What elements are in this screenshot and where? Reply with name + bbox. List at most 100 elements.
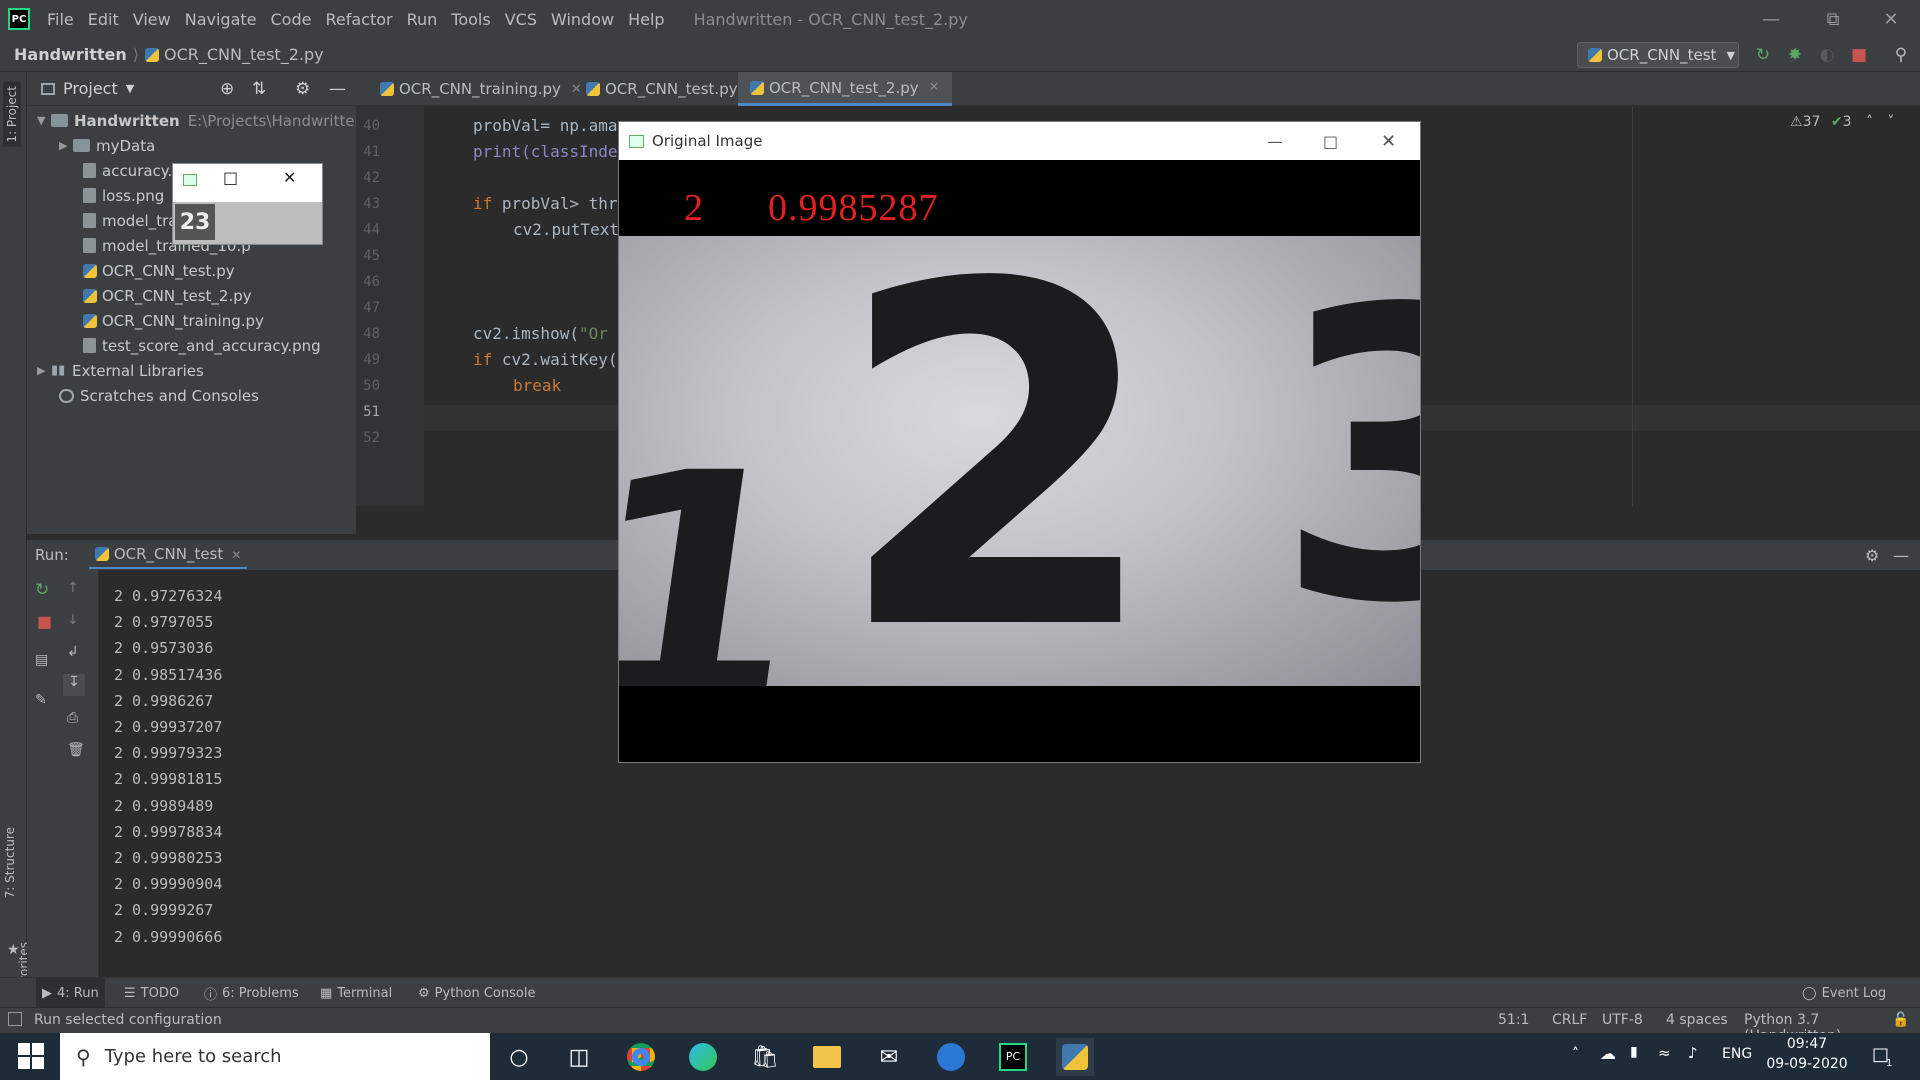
tab-terminal[interactable]: ▦ Terminal bbox=[320, 978, 392, 1008]
caret-position[interactable]: 51:1 bbox=[1498, 1012, 1529, 1028]
toggle-tool-windows-icon[interactable] bbox=[8, 1012, 22, 1026]
wifi-icon[interactable]: ≈ bbox=[1658, 1044, 1671, 1062]
line-separator[interactable]: CRLF bbox=[1552, 1012, 1587, 1028]
minimize-icon[interactable]: — bbox=[1742, 0, 1800, 38]
tree-item[interactable]: ▶ myData bbox=[27, 133, 155, 158]
tab-python-console[interactable]: ⚙ Python Console bbox=[418, 978, 535, 1008]
lock-icon[interactable]: 🔓 bbox=[1892, 1012, 1909, 1028]
rerun-icon[interactable]: ↻ bbox=[35, 580, 49, 600]
menu-run[interactable]: Run bbox=[400, 10, 445, 29]
tree-root[interactable]: ▼ Handwritten E:\Projects\Handwritten bbox=[27, 108, 364, 133]
chrome-icon[interactable] bbox=[622, 1038, 660, 1076]
tab-structure-tool[interactable]: 7: Structure bbox=[3, 827, 17, 898]
tree-item[interactable]: OCR_CNN_training.py bbox=[27, 308, 264, 333]
menu-tools[interactable]: Tools bbox=[444, 10, 497, 29]
rerun-icon[interactable]: ↻ bbox=[1752, 44, 1774, 66]
cortana-icon[interactable]: ○ bbox=[500, 1038, 538, 1076]
scroll-to-end-icon[interactable]: ↧ bbox=[63, 674, 85, 696]
pycharm-taskbar-icon[interactable]: PC bbox=[994, 1038, 1032, 1076]
menu-help[interactable]: Help bbox=[621, 10, 671, 29]
windows-start-icon[interactable] bbox=[18, 1043, 44, 1069]
hide-icon[interactable]: — bbox=[329, 79, 346, 99]
stop-icon[interactable]: ■ bbox=[1848, 44, 1870, 66]
soft-wrap-icon[interactable]: ↲ bbox=[67, 644, 79, 660]
edge-icon[interactable] bbox=[684, 1038, 722, 1076]
onedrive-icon[interactable]: ☁ bbox=[1600, 1044, 1616, 1063]
menu-navigate[interactable]: Navigate bbox=[178, 10, 264, 29]
restore-icon[interactable]: ⧉ bbox=[1804, 0, 1862, 38]
chevron-up-icon[interactable]: ˄ bbox=[1866, 114, 1873, 130]
volume-icon[interactable]: ♪ bbox=[1688, 1044, 1698, 1062]
maximize-icon[interactable]: □ bbox=[1323, 132, 1338, 151]
event-log-button[interactable]: ◯ Event Log bbox=[1802, 978, 1886, 1008]
inspection-widget[interactable]: ⚠37 ✔3 ˄ ˅ bbox=[1790, 114, 1894, 130]
tree-item[interactable]: OCR_CNN_test_2.py bbox=[27, 283, 252, 308]
hide-icon[interactable]: — bbox=[1893, 546, 1909, 565]
clock-time[interactable]: 09:47 bbox=[1770, 1036, 1844, 1052]
minimize-icon[interactable]: — bbox=[1267, 132, 1283, 151]
menu-edit[interactable]: Edit bbox=[81, 10, 126, 29]
store-icon[interactable]: 🛍 bbox=[746, 1038, 784, 1076]
python-taskbar-icon[interactable] bbox=[1056, 1038, 1094, 1076]
arrow-down-icon[interactable]: ↓ bbox=[67, 612, 79, 628]
breadcrumb-file[interactable]: OCR_CNN_test_2.py bbox=[164, 45, 324, 64]
tree-item[interactable]: OCR_CNN_test.py bbox=[27, 258, 235, 283]
tab-project-tool[interactable]: 1: Project bbox=[3, 82, 21, 147]
run-configuration-select[interactable]: OCR_CNN_test ▼ bbox=[1577, 42, 1739, 68]
chevron-up-icon[interactable]: ˄ bbox=[1572, 1046, 1579, 1062]
close-icon[interactable]: ✕ bbox=[1381, 131, 1396, 152]
chevron-down-icon[interactable]: ▼ bbox=[126, 82, 134, 95]
menu-refactor[interactable]: Refactor bbox=[318, 10, 399, 29]
menu-code[interactable]: Code bbox=[264, 10, 319, 29]
stop-icon[interactable]: ■ bbox=[37, 612, 52, 631]
tree-item[interactable]: loss.png bbox=[27, 183, 164, 208]
project-panel-title[interactable]: Project bbox=[63, 79, 118, 98]
menu-vcs[interactable]: VCS bbox=[498, 10, 544, 29]
locate-icon[interactable]: ⊕ bbox=[220, 79, 234, 99]
gear-icon[interactable]: ⚙ bbox=[295, 79, 310, 99]
pin-icon[interactable]: ✎ bbox=[35, 692, 47, 708]
close-icon[interactable]: ✕ bbox=[1862, 0, 1920, 38]
small-image-window[interactable]: □ ✕ 23 bbox=[172, 163, 323, 245]
battery-icon[interactable]: ▮ bbox=[1630, 1044, 1638, 1060]
file-encoding[interactable]: UTF-8 bbox=[1602, 1012, 1643, 1028]
indent-setting[interactable]: 4 spaces bbox=[1666, 1012, 1728, 1028]
task-view-icon[interactable]: ◫ bbox=[560, 1038, 598, 1076]
file-explorer-icon[interactable] bbox=[808, 1038, 846, 1076]
run-tab[interactable]: OCR_CNN_test ✕ bbox=[88, 541, 248, 569]
trash-icon[interactable]: 🗑 bbox=[67, 742, 85, 758]
print-icon[interactable]: ⎙ bbox=[67, 710, 78, 726]
tab-problems[interactable]: ⓘ 6: Problems bbox=[204, 978, 299, 1008]
menu-file[interactable]: File bbox=[40, 10, 81, 29]
gear-icon[interactable]: ⚙ bbox=[1865, 546, 1879, 565]
tab-ocr-cnn-test-2[interactable]: OCR_CNN_test_2.py ✕ bbox=[738, 72, 952, 106]
chevron-down-icon[interactable]: ˅ bbox=[1887, 114, 1894, 130]
language-indicator[interactable]: ENG bbox=[1722, 1046, 1752, 1062]
close-icon[interactable]: ✕ bbox=[283, 168, 296, 187]
status-bar: Run selected configuration 51:1 CRLF UTF… bbox=[0, 1007, 1920, 1044]
close-icon[interactable]: ✕ bbox=[231, 548, 241, 562]
tab-run[interactable]: ▶ 4: Run bbox=[36, 978, 105, 1008]
arrow-up-icon[interactable]: ↑ bbox=[67, 580, 79, 596]
breadcrumb-project[interactable]: Handwritten bbox=[14, 45, 127, 64]
tree-item[interactable]: ▶ ▮▮ External Libraries bbox=[27, 358, 204, 383]
tree-item[interactable]: Scratches and Consoles bbox=[27, 383, 259, 408]
search-icon[interactable]: ⚲ bbox=[1890, 44, 1912, 66]
menu-window[interactable]: Window bbox=[544, 10, 621, 29]
app-icon[interactable] bbox=[932, 1038, 970, 1076]
mail-icon[interactable]: ✉ bbox=[870, 1038, 908, 1076]
tab-todo[interactable]: ☰ TODO bbox=[124, 978, 179, 1008]
collapse-icon[interactable]: ⇅ bbox=[252, 79, 266, 99]
maximize-icon[interactable]: □ bbox=[223, 168, 238, 187]
coverage-icon[interactable]: ◐ bbox=[1816, 44, 1838, 66]
taskbar-search[interactable]: ⚲ Type here to search bbox=[60, 1033, 490, 1080]
tree-item[interactable]: accuracy.p bbox=[27, 158, 182, 183]
menu-view[interactable]: View bbox=[126, 10, 178, 29]
tree-item[interactable]: test_score_and_accuracy.png bbox=[27, 333, 321, 358]
layout-icon[interactable]: ▤ bbox=[35, 652, 48, 668]
tab-ocr-cnn-training[interactable]: OCR_CNN_training.py ✕ bbox=[368, 72, 594, 106]
close-icon[interactable]: ✕ bbox=[929, 80, 940, 95]
clock-date[interactable]: 09-09-2020 bbox=[1762, 1056, 1852, 1072]
debug-icon[interactable]: ✸ bbox=[1784, 44, 1806, 66]
tree-item[interactable]: model_tra bbox=[27, 208, 177, 233]
